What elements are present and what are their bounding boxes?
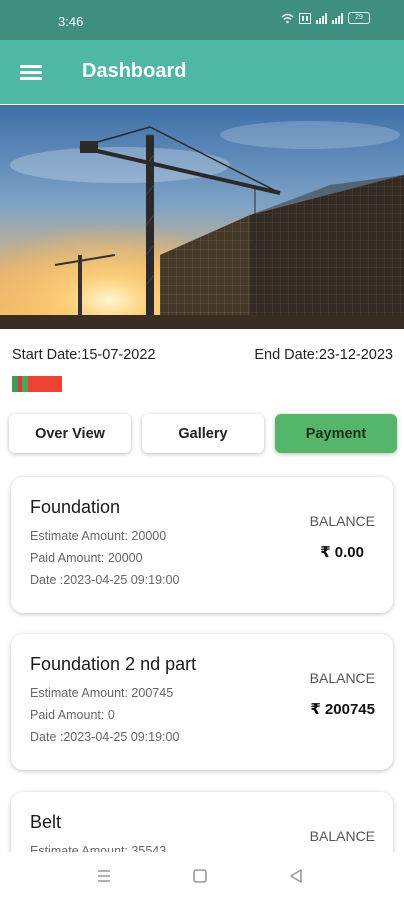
tab-payment[interactable]: Payment (275, 414, 397, 453)
tab-gallery[interactable]: Gallery (142, 414, 264, 453)
paid-amount: Paid Amount: 20000 (30, 551, 143, 565)
estimate-amount: Estimate Amount: 20000 (30, 529, 167, 543)
estimate-amount: Estimate Amount: 35543 (30, 844, 167, 852)
balance-label: BALANCE (309, 513, 375, 529)
balance-value: ₹ 0.00 (320, 544, 364, 561)
hamburger-menu-icon[interactable] (20, 65, 42, 81)
start-date: Start Date:15-07-2022 (12, 347, 156, 363)
balance-label: BALANCE (309, 828, 375, 844)
payment-name: Foundation 2 nd part (30, 654, 197, 674)
payment-name: Foundation (30, 497, 121, 517)
payment-date: Date :2023-04-25 09:19:00 (30, 573, 180, 587)
tab-over-view[interactable]: Over View (9, 414, 131, 453)
back-icon[interactable] (284, 864, 308, 888)
estimate-amount: Estimate Amount: 200745 (30, 686, 174, 700)
system-nav-bar (0, 852, 404, 900)
payment-list[interactable]: Foundation Estimate Amount: 20000 Paid A… (0, 460, 404, 852)
payment-date: Date :2023-04-25 09:19:00 (30, 730, 180, 744)
payment-card-foundation[interactable]: Foundation Estimate Amount: 20000 Paid A… (11, 477, 393, 613)
paid-amount: Paid Amount: 0 (30, 708, 115, 722)
end-date: End Date:23-12-2023 (254, 347, 393, 363)
page-title: Dashboard (82, 60, 187, 82)
recent-apps-icon[interactable] (92, 864, 116, 888)
payment-card-foundation-2[interactable]: Foundation 2 nd part Estimate Amount: 20… (11, 634, 393, 770)
balance-label: BALANCE (309, 670, 375, 686)
tab-bar: Over View Gallery Payment (9, 414, 397, 453)
signal-icon-2 (332, 12, 343, 24)
project-banner-image (0, 105, 404, 329)
balance-value: ₹ 200745 (310, 701, 375, 718)
home-icon[interactable] (188, 864, 212, 888)
project-progress-bar (12, 376, 62, 392)
payment-card-belt[interactable]: Belt Estimate Amount: 35543 BALANCE (11, 792, 393, 852)
hd-icon (299, 12, 311, 24)
payment-name: Belt (30, 812, 62, 832)
status-time: 3:46 (58, 14, 84, 29)
wifi-icon (281, 13, 294, 23)
status-icons: 29 (281, 12, 370, 24)
signal-icon (316, 12, 327, 24)
status-bar: 3:46 29 (0, 0, 404, 40)
battery-icon: 29 (348, 12, 370, 24)
app-bar: Dashboard (0, 40, 404, 104)
